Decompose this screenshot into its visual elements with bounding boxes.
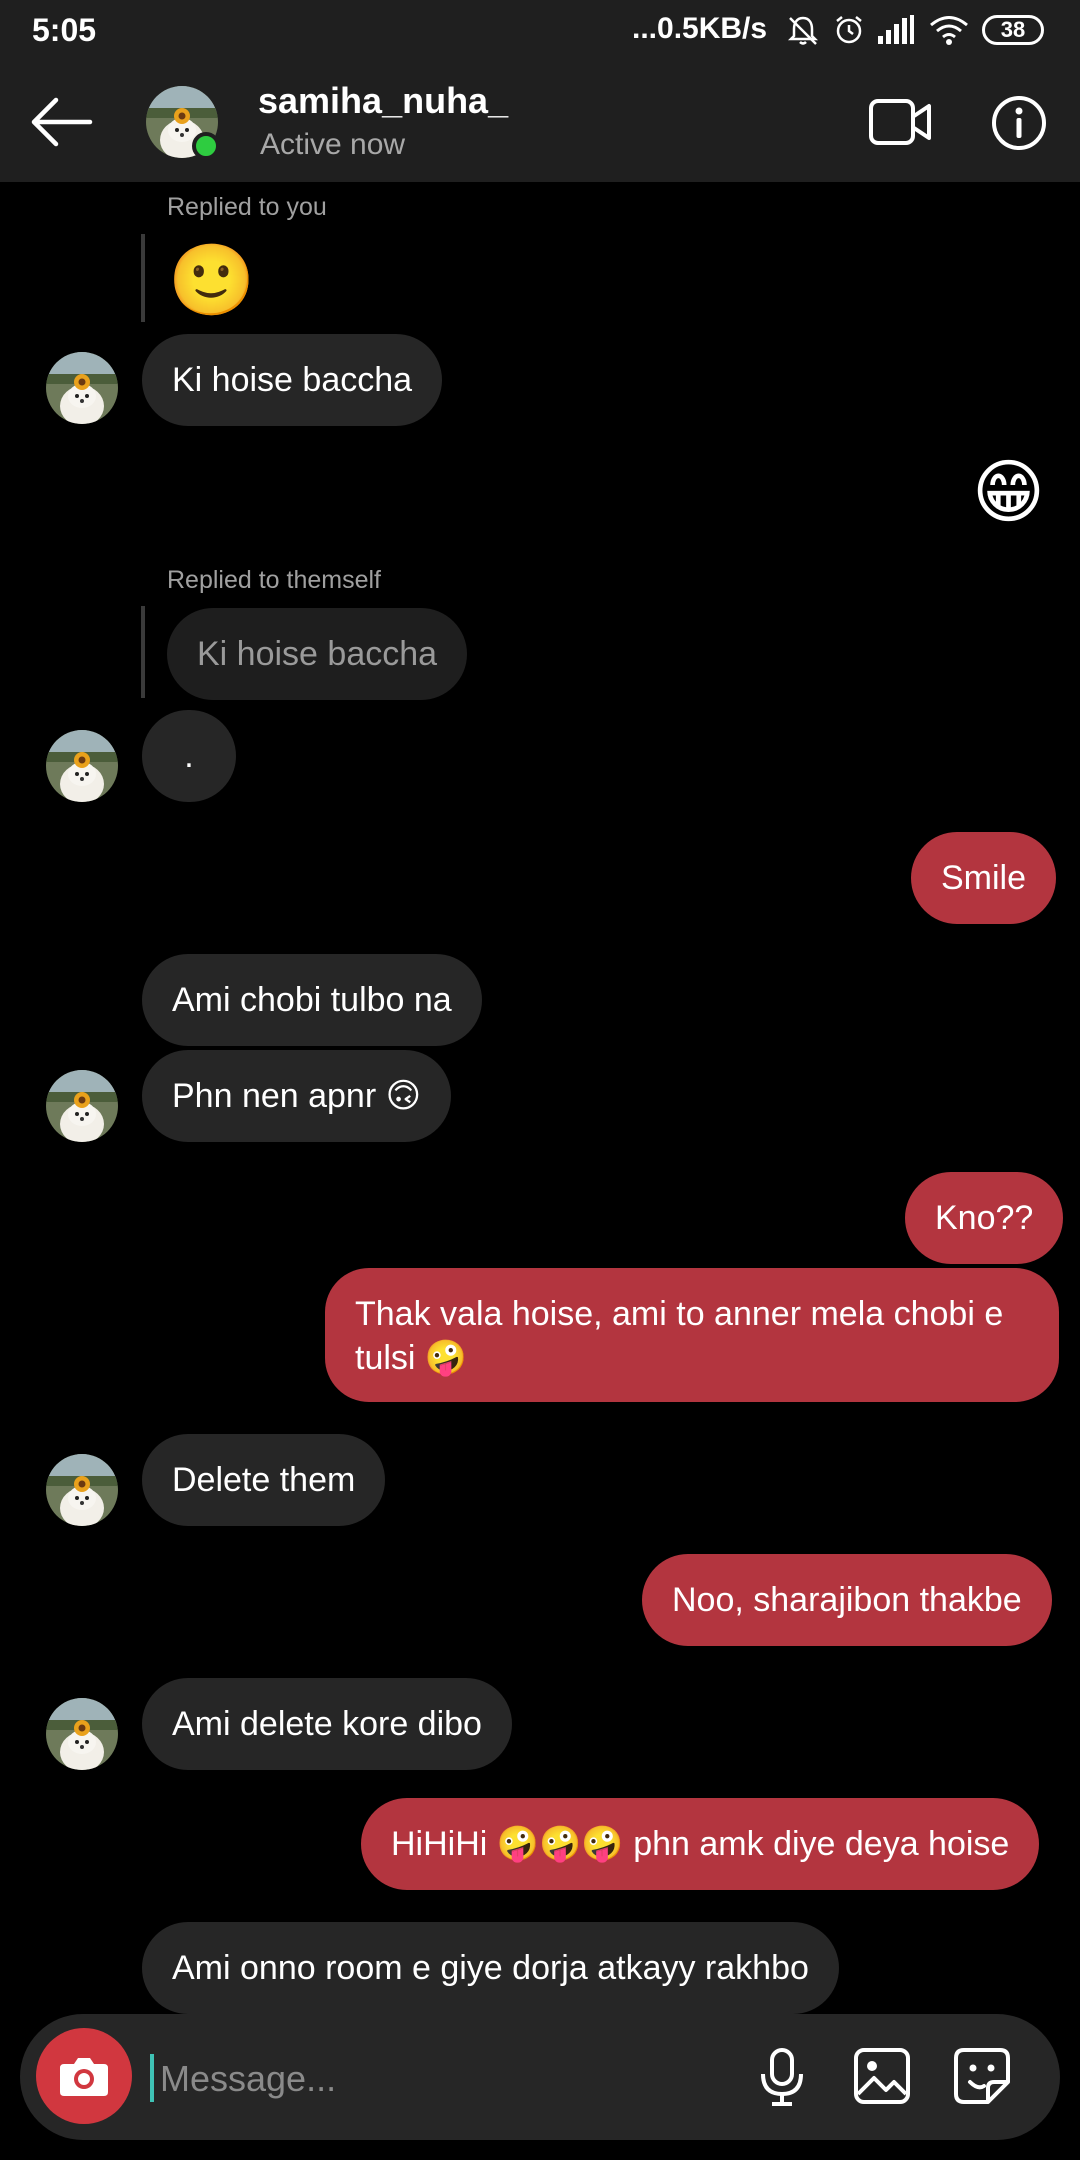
reply-indicator-bar — [141, 234, 145, 322]
message-input[interactable] — [158, 2052, 722, 2106]
alarm-icon — [836, 16, 862, 44]
info-icon[interactable] — [990, 94, 1048, 152]
incoming-message[interactable]: . — [142, 710, 236, 802]
outgoing-message[interactable]: Kno?? — [905, 1172, 1064, 1264]
incoming-message[interactable]: Ami onno room e giye dorja atkayy rakhbo — [142, 1922, 839, 2014]
incoming-message[interactable]: Phn nen apnr 🙃 — [142, 1050, 452, 1142]
reply-context-label: Replied to you — [167, 193, 327, 221]
outgoing-emoji[interactable]: 😁 — [972, 452, 1045, 532]
sender-avatar[interactable] — [46, 352, 118, 424]
back-arrow-icon[interactable] — [28, 92, 94, 152]
sender-avatar[interactable] — [46, 1454, 118, 1526]
camera-icon — [60, 2058, 108, 2096]
sender-avatar[interactable] — [46, 1070, 118, 1142]
mute-bell-icon — [787, 16, 819, 45]
online-status-dot — [192, 132, 220, 160]
outgoing-message[interactable]: Thak vala hoise, ami to anner mela chobi… — [325, 1268, 1059, 1402]
incoming-message[interactable]: Ami chobi tulbo na — [142, 954, 482, 1046]
presence-status: Active now — [260, 128, 406, 161]
quoted-message[interactable]: Ki hoise baccha — [167, 608, 468, 700]
wifi-icon — [930, 16, 968, 45]
status-bar — [0, 0, 1080, 62]
outgoing-message[interactable]: HiHiHi 🤪🤪🤪 phn amk diye deya hoise — [361, 1798, 1040, 1890]
video-call-icon[interactable] — [868, 96, 932, 148]
network-speed: ...0.5KB/s — [632, 12, 768, 45]
sender-avatar[interactable] — [46, 730, 118, 802]
text-cursor — [150, 2054, 154, 2102]
incoming-message[interactable]: Ki hoise baccha — [142, 334, 443, 426]
sticker-icon[interactable] — [950, 2044, 1014, 2108]
status-time: 5:05 — [32, 12, 97, 48]
outgoing-message[interactable]: Noo, sharajibon thakbe — [642, 1554, 1052, 1646]
incoming-message[interactable]: Delete them — [142, 1434, 386, 1526]
signal-icon — [878, 15, 914, 44]
reply-context-label: Replied to themself — [167, 566, 382, 594]
incoming-message[interactable]: Ami delete kore dibo — [142, 1678, 512, 1770]
outgoing-message[interactable]: Smile — [911, 832, 1057, 924]
microphone-icon[interactable] — [750, 2044, 814, 2108]
camera-button[interactable] — [36, 2028, 132, 2124]
contact-username[interactable]: samiha_nuha_ — [258, 80, 508, 122]
battery-indicator: 38 — [982, 15, 1044, 45]
message-emoji[interactable]: 🙂 — [168, 240, 255, 320]
sender-avatar[interactable] — [46, 1698, 118, 1770]
reply-indicator-bar — [141, 606, 145, 698]
gallery-icon[interactable] — [850, 2044, 914, 2108]
